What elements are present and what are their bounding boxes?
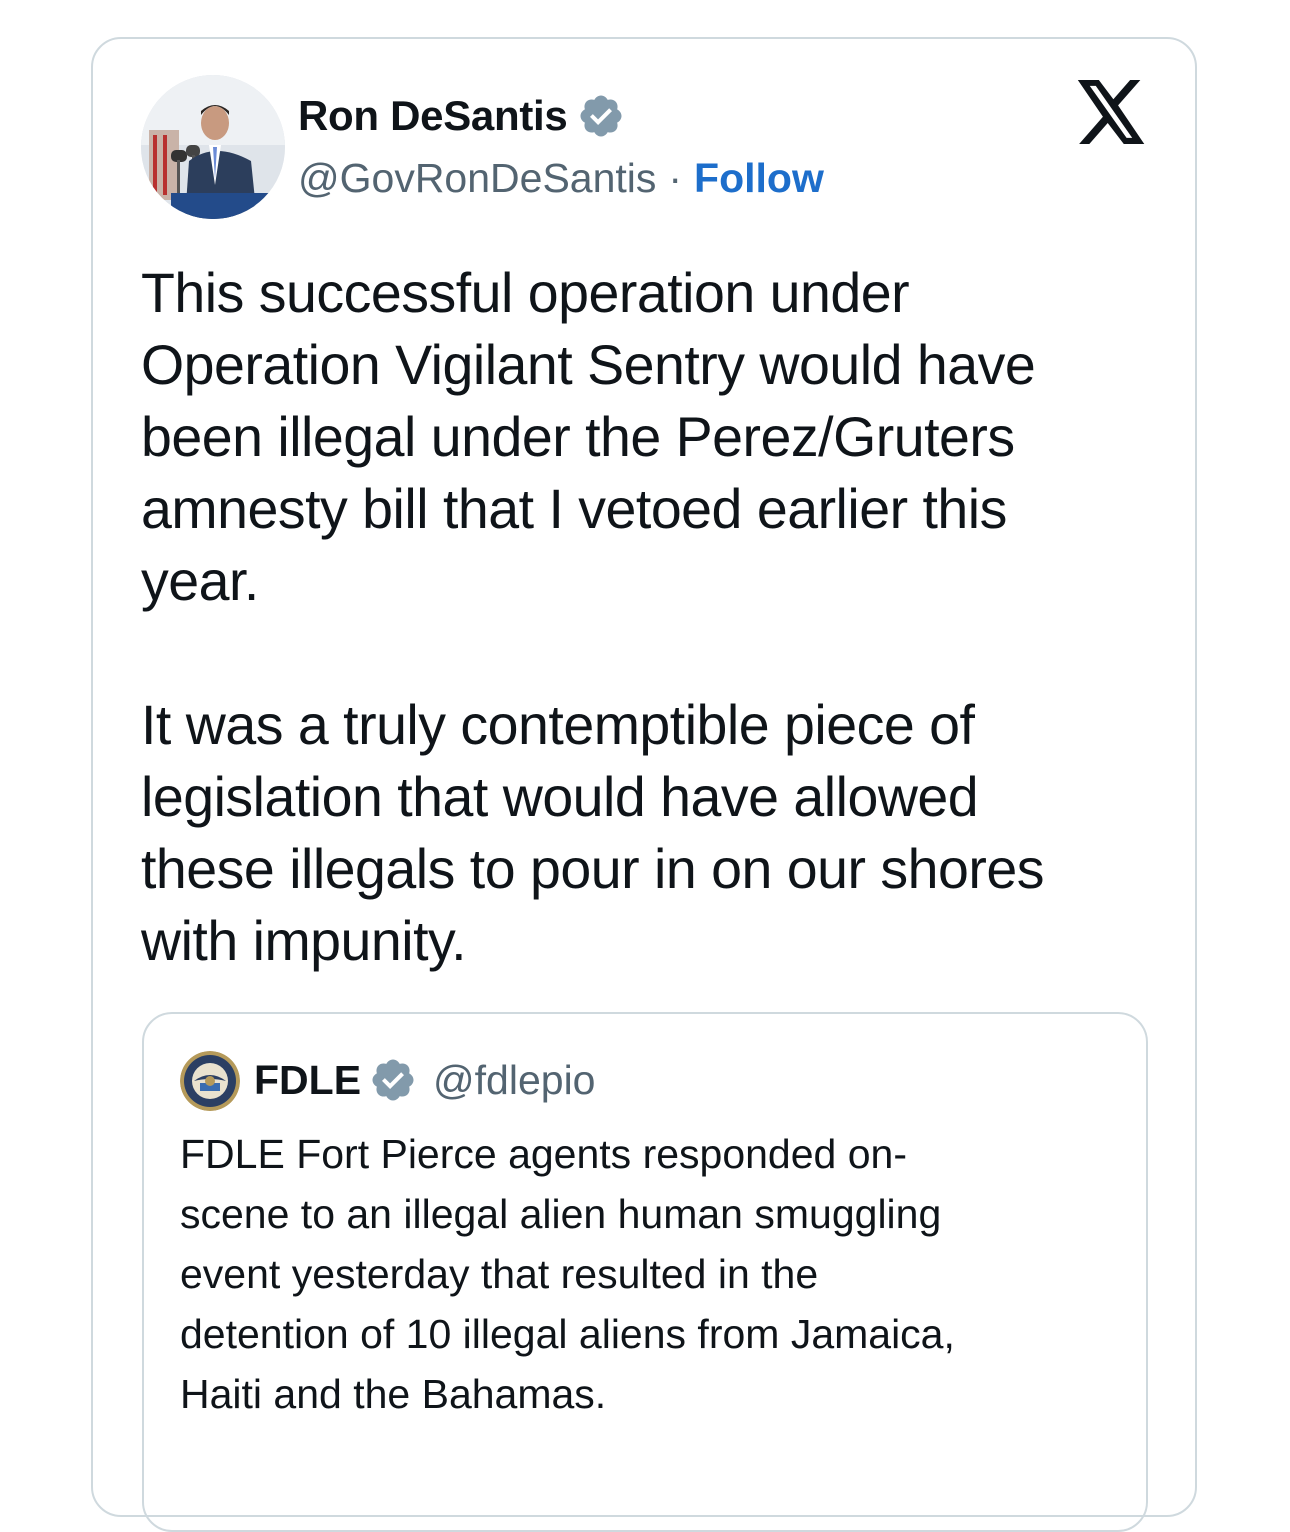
quoted-tweet-text: FDLE Fort Pierce agents responded on- sc… bbox=[180, 1131, 955, 1417]
x-logo-icon[interactable] bbox=[1077, 80, 1147, 144]
tweet-text: This successful operation under Operatio… bbox=[141, 262, 1044, 972]
author-name[interactable]: Ron DeSantis bbox=[298, 92, 568, 140]
author-handle[interactable]: @GovRonDeSantis bbox=[298, 155, 656, 202]
quoted-author-name[interactable]: FDLE bbox=[254, 1057, 361, 1104]
quoted-verified-badge-icon bbox=[372, 1059, 414, 1101]
separator-dot: · bbox=[668, 154, 683, 201]
quoted-author-handle[interactable]: @fdlepio bbox=[433, 1057, 595, 1104]
author-avatar[interactable] bbox=[141, 75, 285, 219]
follow-button[interactable]: Follow bbox=[694, 155, 824, 202]
verified-badge-icon bbox=[580, 95, 622, 137]
quoted-author-avatar[interactable] bbox=[180, 1051, 240, 1111]
